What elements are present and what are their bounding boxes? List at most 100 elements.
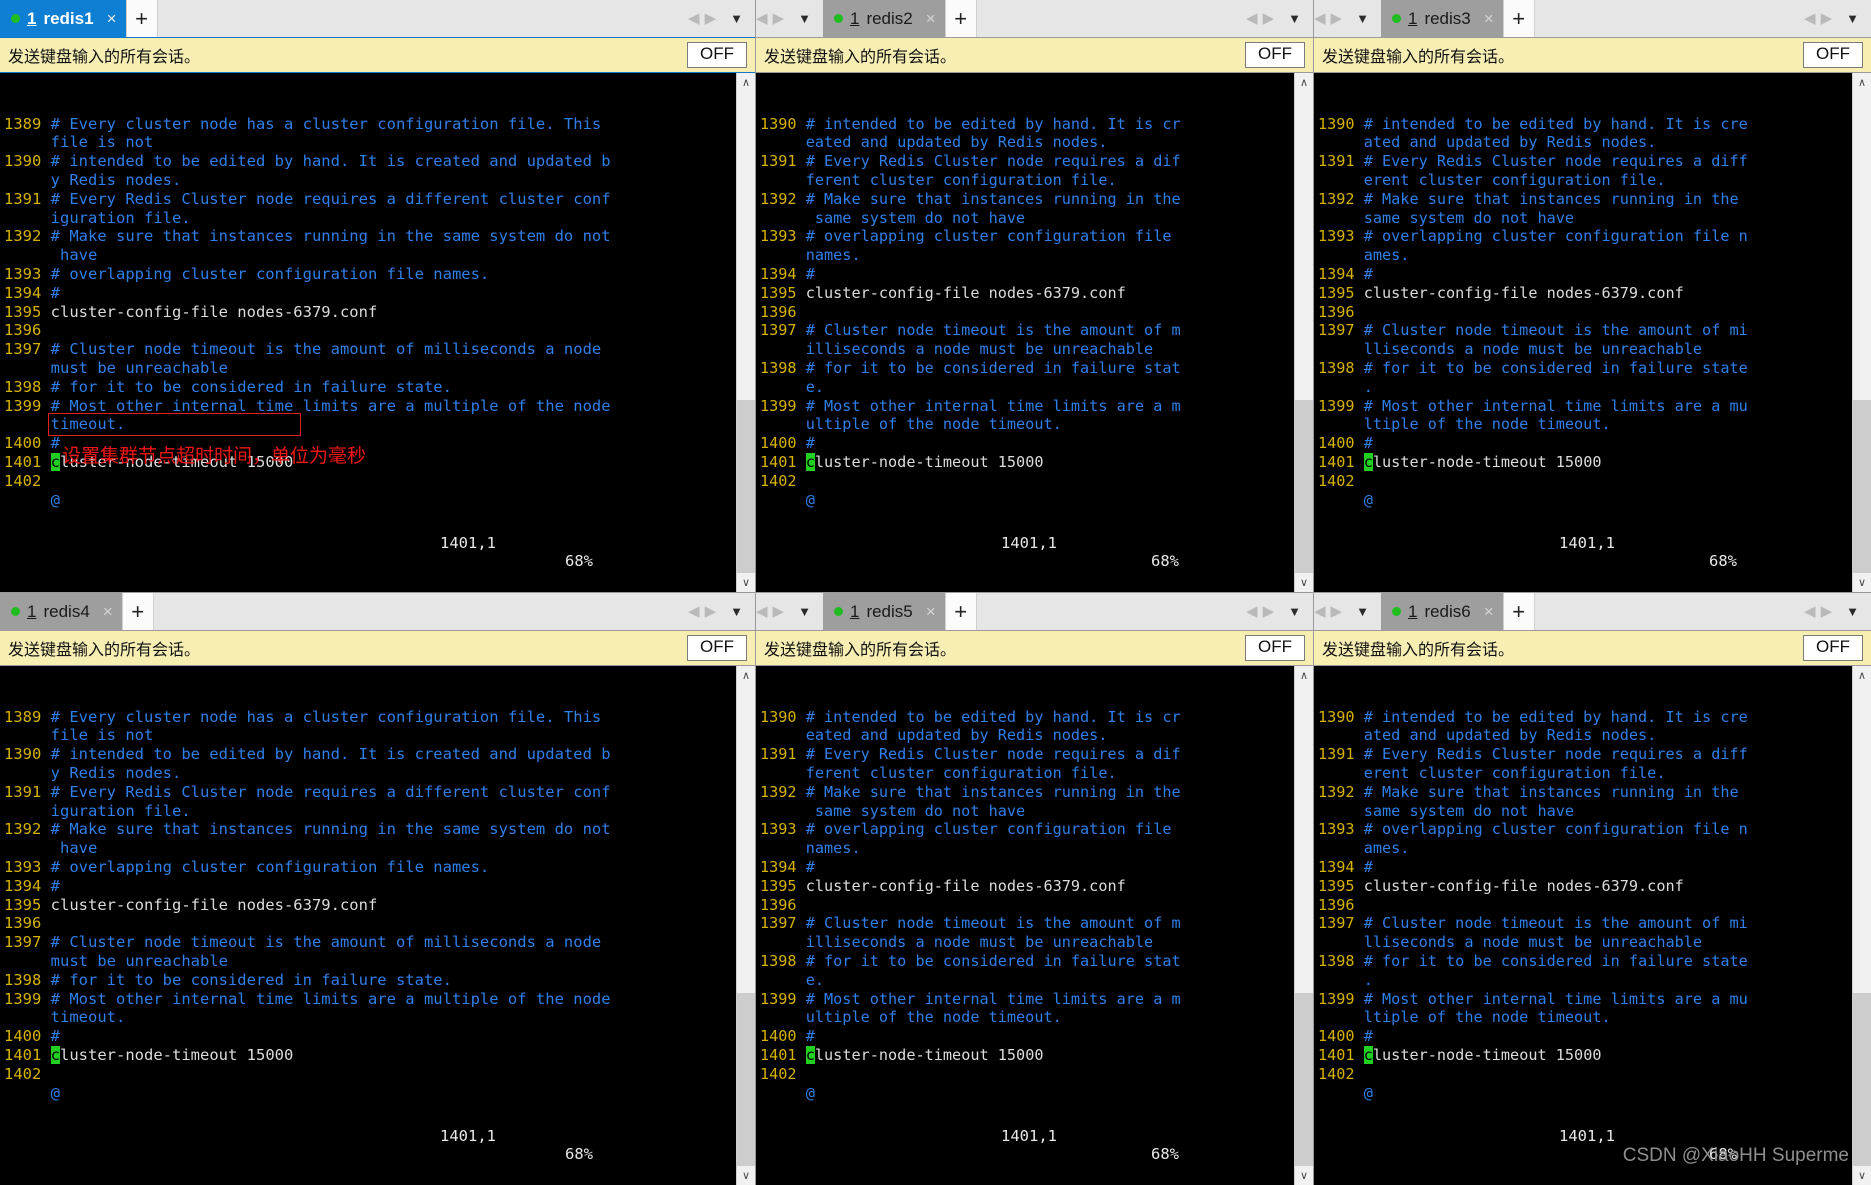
chevron-down-icon[interactable]: ▼ <box>1846 11 1859 26</box>
chevron-down-icon[interactable]: ▼ <box>798 604 811 619</box>
tab-redis4[interactable]: 1 redis4 × <box>0 593 122 630</box>
chevron-down-icon[interactable]: ▼ <box>1846 604 1859 619</box>
tab-prev-icon[interactable]: ◀ <box>1314 604 1326 619</box>
terminal-screen-redis2[interactable]: 1390 # intended to be edited by hand. It… <box>756 73 1294 592</box>
scrollbar-thumb[interactable] <box>737 992 755 1166</box>
scrollbar-track[interactable] <box>1295 685 1313 1166</box>
send-keys-toggle-button[interactable]: OFF <box>687 635 747 661</box>
tab-prev-icon[interactable]: ◀ <box>688 11 700 26</box>
scroll-down-icon[interactable]: ∨ <box>737 573 755 592</box>
scrollbar-track[interactable] <box>1853 92 1871 573</box>
terminal-line: must be unreachable <box>4 952 736 971</box>
terminal-panel-redis4[interactable]: 1 redis4 × + ◀ ▶ ▼ 发送键盘输入的所有会话。 OFF 1389… <box>0 593 756 1185</box>
tab-redis2[interactable]: 1 redis2 × <box>822 0 945 37</box>
send-keys-toggle-button[interactable]: OFF <box>1245 42 1305 68</box>
terminal-screen-redis3[interactable]: 1390 # intended to be edited by hand. It… <box>1314 73 1852 592</box>
tab-prev-icon[interactable]: ◀ <box>756 11 768 26</box>
tab-redis5[interactable]: 1 redis5 × <box>822 593 945 630</box>
terminal-line: 1401 cluster-node-timeout 15000 <box>4 1045 736 1065</box>
terminal-line: 1396 <box>1318 303 1852 322</box>
new-tab-button[interactable]: + <box>121 593 154 630</box>
scrollbar-thumb[interactable] <box>1295 399 1313 573</box>
terminal-panel-redis5[interactable]: ◀ ▶ ▼ 1 redis5 × + ◀ ▶ ▼ 发送键盘输入的所有会话。 OF… <box>756 593 1314 1185</box>
scroll-up-icon[interactable]: ∧ <box>1295 666 1313 685</box>
new-tab-button[interactable]: + <box>944 0 977 37</box>
tab-prev-icon[interactable]: ◀ <box>1246 11 1258 26</box>
tab-redis6[interactable]: 1 redis6 × <box>1380 593 1503 630</box>
scroll-up-icon[interactable]: ∧ <box>737 666 755 685</box>
tab-next-icon[interactable]: ▶ <box>1263 604 1275 619</box>
new-tab-button[interactable]: + <box>1502 593 1535 630</box>
terminal-screen-redis5[interactable]: 1390 # intended to be edited by hand. It… <box>756 666 1294 1185</box>
vertical-scrollbar-redis6[interactable]: ∧ ∨ <box>1852 666 1871 1185</box>
tab-next-icon[interactable]: ▶ <box>773 604 785 619</box>
tab-next-icon[interactable]: ▶ <box>705 604 717 619</box>
send-keys-toggle-button[interactable]: OFF <box>1245 635 1305 661</box>
vertical-scrollbar-redis1[interactable]: ∧ ∨ <box>736 73 755 592</box>
vertical-scrollbar-redis5[interactable]: ∧ ∨ <box>1294 666 1313 1185</box>
close-icon[interactable]: × <box>926 603 936 620</box>
tab-next-icon[interactable]: ▶ <box>1331 11 1343 26</box>
scroll-up-icon[interactable]: ∧ <box>1853 666 1871 685</box>
terminal-panel-redis3[interactable]: ◀ ▶ ▼ 1 redis3 × + ◀ ▶ ▼ 发送键盘输入的所有会话。 OF… <box>1314 0 1871 593</box>
terminal-screen-redis4[interactable]: 1389 # Every cluster node has a cluster … <box>0 666 736 1185</box>
tab-prev-icon[interactable]: ◀ <box>1804 604 1816 619</box>
scroll-up-icon[interactable]: ∧ <box>737 73 755 92</box>
line-text: ated and updated by Redis nodes. <box>1363 133 1657 152</box>
send-keys-toggle-button[interactable]: OFF <box>687 42 747 68</box>
tab-redis3[interactable]: 1 redis3 × <box>1380 0 1503 37</box>
close-icon[interactable]: × <box>107 10 117 27</box>
terminal-panel-redis6[interactable]: ◀ ▶ ▼ 1 redis6 × + ◀ ▶ ▼ 发送键盘输入的所有会话。 OF… <box>1314 593 1871 1185</box>
scrollbar-thumb[interactable] <box>737 399 755 573</box>
chevron-down-icon[interactable]: ▼ <box>1356 11 1369 26</box>
scroll-down-icon[interactable]: ∨ <box>1295 573 1313 592</box>
vertical-scrollbar-redis4[interactable]: ∧ ∨ <box>736 666 755 1185</box>
terminal-panel-redis1[interactable]: 1 redis1 × + ◀ ▶ ▼ 发送键盘输入的所有会话。 OFF 1389… <box>0 0 756 593</box>
scrollbar-thumb[interactable] <box>1853 992 1871 1166</box>
chevron-down-icon[interactable]: ▼ <box>730 11 743 26</box>
terminal-screen-redis1[interactable]: 1389 # Every cluster node has a cluster … <box>0 73 736 592</box>
send-keys-toggle-button[interactable]: OFF <box>1803 635 1863 661</box>
vertical-scrollbar-redis2[interactable]: ∧ ∨ <box>1294 73 1313 592</box>
tab-next-icon[interactable]: ▶ <box>1821 604 1833 619</box>
chevron-down-icon[interactable]: ▼ <box>1356 604 1369 619</box>
tab-prev-icon[interactable]: ◀ <box>1314 11 1326 26</box>
tab-next-icon[interactable]: ▶ <box>705 11 717 26</box>
tab-next-icon[interactable]: ▶ <box>773 11 785 26</box>
new-tab-button[interactable]: + <box>944 593 977 630</box>
send-keys-toggle-button[interactable]: OFF <box>1803 42 1863 68</box>
tab-prev-icon[interactable]: ◀ <box>1246 604 1258 619</box>
tab-prev-icon[interactable]: ◀ <box>688 604 700 619</box>
terminal-screen-redis6[interactable]: 1390 # intended to be edited by hand. It… <box>1314 666 1852 1185</box>
close-icon[interactable]: × <box>926 10 936 27</box>
scroll-up-icon[interactable]: ∧ <box>1853 73 1871 92</box>
tab-next-icon[interactable]: ▶ <box>1331 604 1343 619</box>
chevron-down-icon[interactable]: ▼ <box>730 604 743 619</box>
scrollbar-track[interactable] <box>737 92 755 573</box>
new-tab-button[interactable]: + <box>1502 0 1535 37</box>
scroll-down-icon[interactable]: ∨ <box>1853 573 1871 592</box>
scroll-down-icon[interactable]: ∨ <box>737 1166 755 1185</box>
scroll-down-icon[interactable]: ∨ <box>1853 1166 1871 1185</box>
scrollbar-thumb[interactable] <box>1295 992 1313 1166</box>
chevron-down-icon[interactable]: ▼ <box>1288 11 1301 26</box>
chevron-down-icon[interactable]: ▼ <box>1288 604 1301 619</box>
new-tab-button[interactable]: + <box>125 0 158 37</box>
scrollbar-track[interactable] <box>1295 92 1313 573</box>
tab-next-icon[interactable]: ▶ <box>1821 11 1833 26</box>
close-icon[interactable]: × <box>103 603 113 620</box>
scrollbar-track[interactable] <box>1853 685 1871 1166</box>
chevron-down-icon[interactable]: ▼ <box>798 11 811 26</box>
tab-next-icon[interactable]: ▶ <box>1263 11 1275 26</box>
terminal-panel-redis2[interactable]: ◀ ▶ ▼ 1 redis2 × + ◀ ▶ ▼ 发送键盘输入的所有会话。 OF… <box>756 0 1314 593</box>
close-icon[interactable]: × <box>1484 10 1494 27</box>
tab-redis1[interactable]: 1 redis1 × <box>0 0 126 37</box>
tab-prev-icon[interactable]: ◀ <box>756 604 768 619</box>
vertical-scrollbar-redis3[interactable]: ∧ ∨ <box>1852 73 1871 592</box>
close-icon[interactable]: × <box>1484 603 1494 620</box>
scrollbar-thumb[interactable] <box>1853 399 1871 573</box>
scroll-up-icon[interactable]: ∧ <box>1295 73 1313 92</box>
tab-prev-icon[interactable]: ◀ <box>1804 11 1816 26</box>
scroll-down-icon[interactable]: ∨ <box>1295 1166 1313 1185</box>
scrollbar-track[interactable] <box>737 685 755 1166</box>
